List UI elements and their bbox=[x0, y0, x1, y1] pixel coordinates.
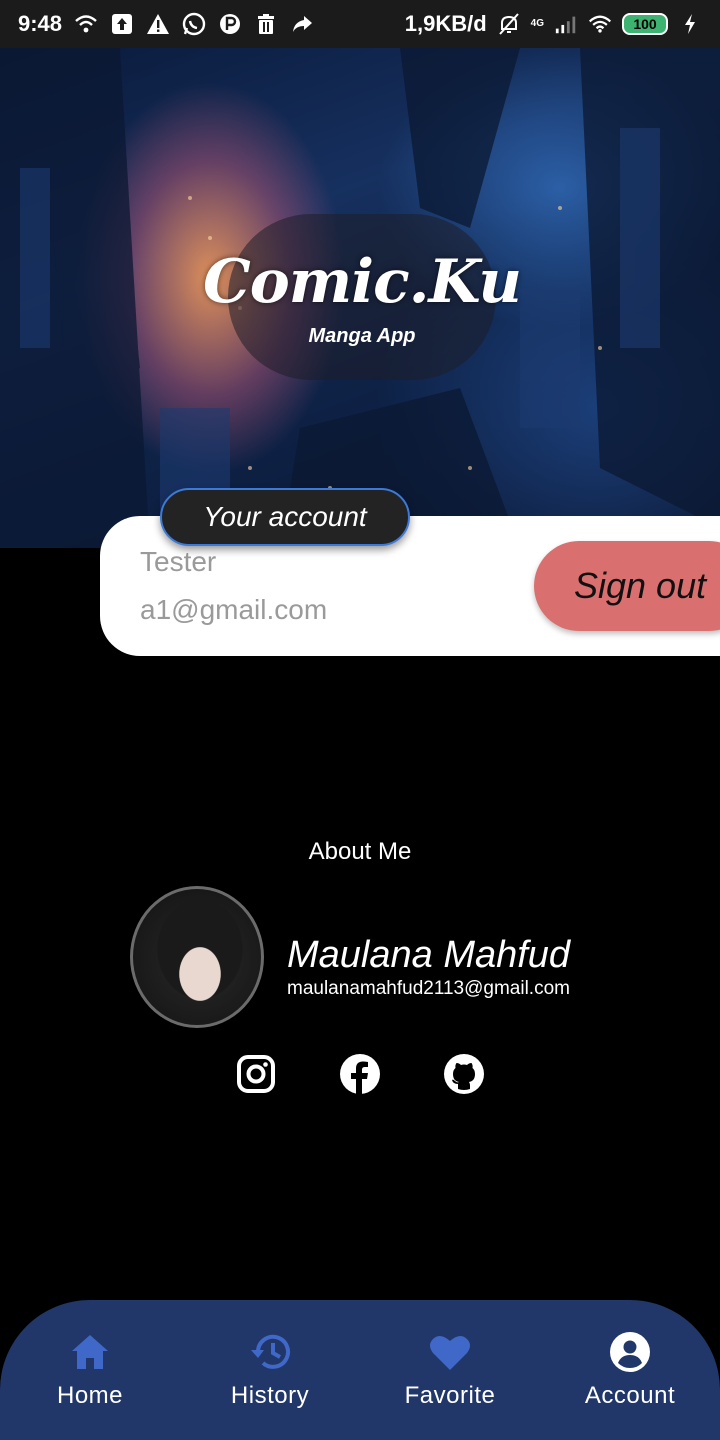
status-bar: 9:48 1,9KB/d 4G 100 bbox=[0, 0, 720, 48]
history-icon bbox=[248, 1330, 292, 1374]
network-speed: 1,9KB/d bbox=[404, 11, 487, 36]
p-icon bbox=[218, 12, 242, 36]
about-me-title: About Me bbox=[308, 838, 412, 865]
github-icon[interactable] bbox=[444, 1054, 484, 1094]
nav-home-label: Home bbox=[56, 1382, 124, 1409]
network-type: 4G bbox=[530, 18, 544, 29]
nav-favorite-label: Favorite bbox=[404, 1382, 496, 1409]
signal-icon bbox=[554, 12, 578, 36]
heart-icon bbox=[428, 1330, 472, 1374]
wifi-icon bbox=[588, 12, 612, 36]
instagram-icon[interactable] bbox=[236, 1054, 276, 1094]
sign-out-button[interactable]: Sign out bbox=[534, 541, 720, 631]
your-account-label: Your account bbox=[160, 488, 410, 546]
nav-history-label: History bbox=[230, 1382, 310, 1409]
nav-account[interactable]: Account bbox=[540, 1300, 720, 1440]
nav-history[interactable]: History bbox=[180, 1300, 360, 1440]
hero-banner: Comic.Ku Manga App bbox=[0, 48, 720, 548]
account-icon bbox=[608, 1330, 652, 1374]
app-subtitle: Manga App bbox=[308, 324, 416, 347]
upload-icon bbox=[110, 12, 134, 36]
developer-name: Maulana Mahfud bbox=[287, 934, 571, 976]
nav-favorite[interactable]: Favorite bbox=[360, 1300, 540, 1440]
facebook-icon[interactable] bbox=[340, 1054, 380, 1094]
account-email: a1@gmail.com bbox=[140, 594, 328, 625]
whatsapp-icon bbox=[182, 12, 206, 36]
status-time: 9:48 bbox=[18, 11, 63, 36]
battery-icon: 100 bbox=[622, 13, 668, 35]
nav-account-label: Account bbox=[584, 1382, 676, 1409]
developer-avatar bbox=[130, 886, 264, 1028]
warning-icon bbox=[146, 12, 170, 36]
mute-icon bbox=[497, 12, 521, 36]
developer-email: maulanamahfud2113@gmail.com bbox=[287, 978, 570, 999]
share-icon bbox=[290, 12, 314, 36]
nav-home[interactable]: Home bbox=[0, 1300, 180, 1440]
trash-icon bbox=[254, 12, 278, 36]
app-title: Comic.Ku bbox=[203, 246, 522, 317]
charging-icon bbox=[678, 12, 702, 36]
bottom-navigation: Home History Favorite Account bbox=[0, 1300, 720, 1440]
wifi-icon bbox=[74, 12, 98, 36]
app-logo: Comic.Ku Manga App bbox=[203, 214, 522, 380]
account-username: Tester bbox=[140, 546, 217, 577]
home-icon bbox=[68, 1330, 112, 1374]
